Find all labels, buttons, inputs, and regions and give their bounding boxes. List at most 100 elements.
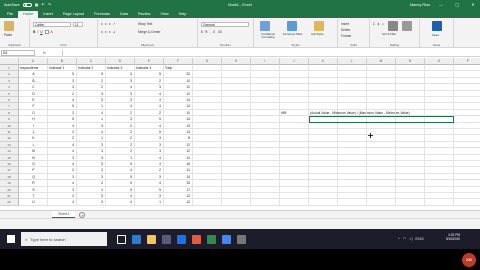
column-header[interactable]: C xyxy=(77,58,106,65)
grid-cell[interactable] xyxy=(454,199,480,206)
tab-home[interactable]: Home xyxy=(18,11,39,18)
column-header[interactable]: I xyxy=(251,58,280,65)
comma-icon[interactable]: , xyxy=(210,30,211,34)
file-explorer-icon[interactable] xyxy=(147,234,156,244)
tab-help[interactable]: Help xyxy=(174,11,192,18)
format-as-table-icon[interactable] xyxy=(287,21,297,31)
row-header[interactable]: 22 xyxy=(0,199,19,206)
formula-input[interactable] xyxy=(62,50,478,56)
grid-cell[interactable] xyxy=(338,199,367,206)
edge-icon[interactable] xyxy=(132,234,141,244)
orientation-icon[interactable]: ↗ xyxy=(113,22,116,26)
increase-decimal-icon[interactable]: .0 xyxy=(213,30,216,34)
column-header[interactable]: E xyxy=(135,58,164,65)
indent-icon[interactable]: ⇥ xyxy=(113,30,116,34)
autosum-icon[interactable]: Σ xyxy=(373,22,375,26)
percent-icon[interactable]: % xyxy=(205,30,208,34)
clock[interactable]: 4:33 PM 9/15/2020 xyxy=(446,233,460,241)
merge-center-button[interactable]: Merge & Center xyxy=(138,30,161,34)
bold-icon[interactable]: B xyxy=(33,30,35,34)
chrome-icon[interactable] xyxy=(222,234,231,244)
tab-data[interactable]: Data xyxy=(115,11,133,18)
currency-icon[interactable]: $ xyxy=(201,30,203,34)
grid-cell[interactable] xyxy=(280,199,309,206)
find-select-icon[interactable] xyxy=(402,21,412,31)
column-header[interactable]: F xyxy=(164,58,193,65)
select-all-corner[interactable] xyxy=(0,58,19,65)
tab-file[interactable]: File xyxy=(2,11,18,18)
grid-cell[interactable] xyxy=(309,199,338,206)
decrease-decimal-icon[interactable]: .00 xyxy=(217,30,221,34)
grid-cell[interactable] xyxy=(425,199,454,206)
name-box[interactable]: K5 xyxy=(1,49,35,56)
align-top-icon[interactable]: ≡ xyxy=(101,22,103,26)
conditional-formatting-icon[interactable] xyxy=(260,21,270,31)
fx-icon[interactable]: fx xyxy=(43,51,46,55)
tab-formulas[interactable]: Formulas xyxy=(89,11,115,18)
grid-cell[interactable]: U xyxy=(19,199,48,206)
font-size-select[interactable]: 11 xyxy=(73,22,83,27)
column-header[interactable]: N xyxy=(396,58,425,65)
sheet-tab-sheet1[interactable]: Sheet1 xyxy=(52,211,76,218)
align-left-icon[interactable]: ≡ xyxy=(101,30,103,34)
align-right-icon[interactable]: ≡ xyxy=(109,30,111,34)
format-cells-button[interactable]: Format xyxy=(341,34,351,38)
task-view-icon[interactable] xyxy=(117,234,126,244)
excel-taskbar-icon[interactable] xyxy=(207,234,216,244)
volume-icon[interactable]: ◁ xyxy=(409,236,412,241)
grid-cell[interactable] xyxy=(193,199,222,206)
column-header[interactable]: M xyxy=(367,58,396,65)
store-icon[interactable] xyxy=(162,234,171,244)
windows-start-icon[interactable] xyxy=(4,232,18,246)
tab-view[interactable]: View xyxy=(155,11,173,18)
italic-icon[interactable]: I xyxy=(37,30,38,34)
grid-cell[interactable]: 12 xyxy=(164,199,193,206)
office-icon[interactable] xyxy=(192,234,201,244)
font-color-icon[interactable]: A xyxy=(51,30,53,34)
column-header[interactable]: O xyxy=(425,58,454,65)
fill-icon[interactable]: ⬇ xyxy=(377,22,380,26)
column-header[interactable]: G xyxy=(193,58,222,65)
borders-icon[interactable] xyxy=(44,30,49,34)
paste-icon[interactable] xyxy=(4,21,14,31)
tab-review[interactable]: Review xyxy=(133,11,155,18)
align-center-icon[interactable]: ≡ xyxy=(105,30,107,34)
grid-cell[interactable]: 1 xyxy=(135,199,164,206)
column-header[interactable]: L xyxy=(338,58,367,65)
grid-cell[interactable]: 3 xyxy=(77,199,106,206)
column-header[interactable]: H xyxy=(222,58,251,65)
wrap-text-button[interactable]: Wrap Text xyxy=(138,22,152,26)
tab-insert[interactable]: Insert xyxy=(38,11,58,18)
align-middle-icon[interactable]: ≡ xyxy=(105,22,107,26)
sort-filter-icon[interactable] xyxy=(388,21,398,31)
grid-cell[interactable] xyxy=(396,199,425,206)
app-icon[interactable] xyxy=(237,234,246,244)
align-bottom-icon[interactable]: ≡ xyxy=(109,22,111,26)
close-button[interactable]: ✕ xyxy=(468,2,478,7)
restore-button[interactable]: ▢ xyxy=(452,2,462,7)
add-sheet-button[interactable]: + xyxy=(79,211,86,218)
number-format-select[interactable]: General xyxy=(201,22,249,27)
taskbar-search-box[interactable]: ⌕ Type here to search xyxy=(21,232,107,246)
grid-cell[interactable]: 4 xyxy=(106,199,135,206)
grid-cell[interactable] xyxy=(251,199,280,206)
column-header[interactable]: J xyxy=(280,58,309,65)
column-header[interactable]: K xyxy=(309,58,338,65)
clear-icon[interactable]: ◇ xyxy=(382,22,384,26)
column-header[interactable]: P xyxy=(454,58,480,65)
spreadsheet-grid[interactable]: A B C D E F G H I J K L M N O P 1 respondents Indicator 1I… xyxy=(0,58,480,210)
grid-cell[interactable] xyxy=(222,199,251,206)
chevron-up-icon[interactable]: ^ xyxy=(398,236,400,241)
column-header[interactable]: D xyxy=(106,58,135,65)
user-name[interactable]: Manny Rios xyxy=(410,3,430,7)
minimize-button[interactable]: — xyxy=(436,3,446,7)
insert-cells-button[interactable]: Insert xyxy=(341,22,349,26)
network-icon[interactable]: ◠ xyxy=(403,236,407,241)
active-cell[interactable] xyxy=(309,116,454,123)
underline-icon[interactable]: U xyxy=(40,30,42,34)
language-indicator[interactable]: ENG xyxy=(415,236,424,241)
cell-styles-icon[interactable] xyxy=(314,21,324,31)
tab-page-layout[interactable]: Page Layout xyxy=(58,11,89,18)
font-name-select[interactable]: Calibri xyxy=(33,22,71,27)
mail-icon[interactable] xyxy=(177,234,186,244)
